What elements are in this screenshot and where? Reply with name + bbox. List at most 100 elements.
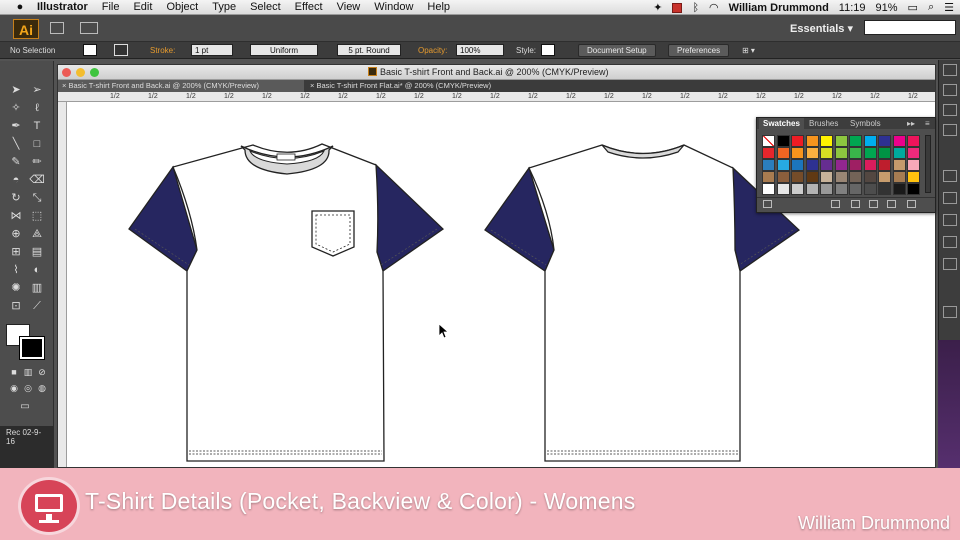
dock-layers-icon[interactable]: [943, 214, 957, 226]
color-swatch[interactable]: [878, 147, 891, 159]
color-swatch[interactable]: [878, 171, 891, 183]
eraser-tool-icon[interactable]: ⌫: [28, 173, 46, 188]
color-swatch[interactable]: [776, 147, 790, 159]
column-graph-tool-icon[interactable]: ▥: [28, 281, 46, 296]
width-tool-icon[interactable]: ⋈: [7, 209, 25, 224]
notification-center-icon[interactable]: ☰: [944, 1, 954, 14]
color-swatch[interactable]: [762, 183, 775, 195]
color-swatch[interactable]: [863, 135, 877, 147]
document-setup-button[interactable]: Document Setup: [578, 44, 656, 57]
color-swatch[interactable]: [849, 159, 862, 171]
opacity-field[interactable]: 100%: [456, 44, 504, 56]
color-swatch[interactable]: [776, 183, 790, 195]
color-swatch[interactable]: [791, 183, 804, 195]
menu-object[interactable]: Object: [159, 0, 205, 15]
color-swatch[interactable]: [805, 171, 819, 183]
screen-mode-icon[interactable]: ▭: [16, 399, 34, 414]
dock-align-icon[interactable]: [943, 258, 957, 270]
menu-edit[interactable]: Edit: [126, 0, 159, 15]
color-swatch[interactable]: [791, 135, 804, 147]
graphic-style-swatch[interactable]: [541, 44, 555, 56]
bridge-icon[interactable]: [50, 22, 64, 34]
menu-file[interactable]: File: [95, 0, 127, 15]
none-mode-icon[interactable]: ⊘: [33, 365, 51, 380]
fill-swatch[interactable]: [83, 44, 97, 56]
zoom-window-icon[interactable]: [90, 68, 99, 77]
color-swatch[interactable]: [892, 135, 906, 147]
battery-icon[interactable]: ▭: [908, 1, 918, 14]
brush-definition[interactable]: 5 pt. Round: [337, 44, 401, 56]
color-swatch[interactable]: [820, 135, 833, 147]
bluetooth-icon[interactable]: ᛒ: [692, 2, 699, 14]
shape-builder-tool-icon[interactable]: ⊕: [7, 227, 25, 242]
scale-tool-icon[interactable]: ⤡: [28, 191, 46, 206]
stroke-label[interactable]: Stroke:: [150, 44, 175, 57]
color-swatch[interactable]: [849, 183, 862, 195]
apple-icon[interactable]: ●: [10, 1, 30, 13]
tab-close-icon[interactable]: ×: [310, 81, 314, 90]
color-swatch[interactable]: [892, 171, 906, 183]
battery-percent[interactable]: 91%: [876, 2, 898, 14]
color-swatch[interactable]: [849, 171, 862, 183]
zoom-tool-icon[interactable]: [28, 307, 46, 322]
eyedropper-tool-icon[interactable]: ⌇: [7, 263, 25, 278]
type-tool-icon[interactable]: T: [28, 119, 46, 134]
new-swatch-icon[interactable]: [887, 200, 896, 208]
mesh-tool-icon[interactable]: ⊞: [7, 245, 25, 260]
dock-transparency-icon[interactable]: [943, 170, 957, 182]
help-search-input[interactable]: [864, 20, 956, 35]
color-swatch[interactable]: [820, 147, 833, 159]
color-swatch[interactable]: [776, 159, 790, 171]
spotlight-search-icon[interactable]: ⌕: [928, 1, 934, 14]
align-options-icon[interactable]: ⊞ ▾: [742, 44, 755, 57]
color-swatch[interactable]: [863, 171, 877, 183]
menu-view[interactable]: View: [330, 0, 368, 15]
tab-close-icon[interactable]: ×: [62, 81, 66, 90]
preferences-button[interactable]: Preferences: [668, 44, 730, 57]
color-swatch[interactable]: [791, 147, 804, 159]
vertical-ruler[interactable]: [58, 102, 67, 467]
color-swatch[interactable]: [805, 147, 819, 159]
magic-wand-tool-icon[interactable]: ✧: [7, 101, 25, 116]
minimize-window-icon[interactable]: [76, 68, 85, 77]
pen-tool-icon[interactable]: ✒: [7, 119, 25, 134]
tab-front-flat[interactable]: × Basic T-shirt Front Flat.ai* @ 200% (C…: [306, 80, 546, 92]
show-swatch-kinds-icon[interactable]: [831, 200, 840, 208]
color-swatch[interactable]: [820, 159, 833, 171]
paintbrush-tool-icon[interactable]: ✎: [7, 155, 25, 170]
swatch-libraries-icon[interactable]: [763, 200, 772, 208]
dock-pathfinder-icon[interactable]: [943, 306, 957, 318]
color-swatch[interactable]: [863, 183, 877, 195]
color-swatch[interactable]: [805, 135, 819, 147]
workspace-switcher[interactable]: Essentials ▾: [790, 22, 853, 35]
dock-color-icon[interactable]: [943, 64, 957, 76]
stroke-swatch[interactable]: [114, 44, 128, 56]
tab-swatches[interactable]: Swatches: [759, 118, 804, 129]
color-swatch[interactable]: [863, 159, 877, 171]
delete-swatch-icon[interactable]: [907, 200, 916, 208]
color-swatch[interactable]: [820, 171, 833, 183]
blob-brush-tool-icon[interactable]: ◓: [7, 173, 25, 188]
menubar-time[interactable]: 11:19: [839, 2, 866, 14]
free-transform-tool-icon[interactable]: ⬚: [28, 209, 46, 224]
menu-effect[interactable]: Effect: [288, 0, 330, 15]
color-swatch[interactable]: [762, 135, 775, 147]
color-swatch[interactable]: [762, 159, 775, 171]
color-swatch[interactable]: [907, 171, 920, 183]
color-swatch[interactable]: [791, 159, 804, 171]
menu-help[interactable]: Help: [420, 0, 457, 15]
tab-symbols[interactable]: Symbols: [846, 118, 885, 129]
color-swatch[interactable]: [878, 159, 891, 171]
color-swatch[interactable]: [907, 135, 920, 147]
dock-appearance-icon[interactable]: [943, 192, 957, 204]
close-window-icon[interactable]: [62, 68, 71, 77]
symbol-sprayer-tool-icon[interactable]: ✺: [7, 281, 25, 296]
color-swatch[interactable]: [776, 135, 790, 147]
stroke-color-box[interactable]: [19, 336, 45, 360]
line-tool-icon[interactable]: ╲: [7, 137, 25, 152]
color-swatch[interactable]: [805, 183, 819, 195]
color-swatch[interactable]: [791, 171, 804, 183]
color-swatch[interactable]: [892, 147, 906, 159]
color-swatch[interactable]: [834, 183, 848, 195]
color-swatch[interactable]: [776, 171, 790, 183]
